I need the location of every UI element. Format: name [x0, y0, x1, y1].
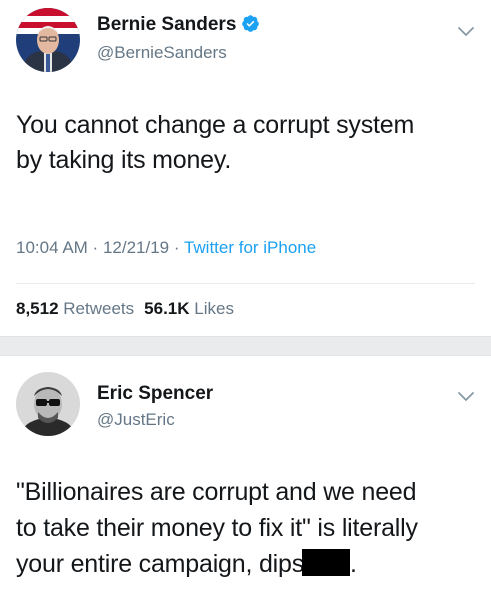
author-name[interactable]: Eric Spencer — [97, 383, 213, 405]
tweet-meta: 10:04 AM · 12/21/19 · Twitter for iPhone — [16, 238, 317, 257]
author-handle[interactable]: @BernieSanders — [97, 43, 227, 63]
tweet-date[interactable]: 12/21/19 — [103, 238, 169, 257]
likes-stat[interactable]: 56.1K Likes — [144, 299, 234, 318]
avatar[interactable] — [16, 8, 80, 72]
chevron-down-icon[interactable] — [457, 26, 475, 38]
verified-badge-icon — [242, 15, 260, 32]
tweet-time[interactable]: 10:04 AM — [16, 238, 88, 257]
tweet-separator — [0, 336, 491, 356]
redaction-box — [302, 549, 351, 576]
tweet-bernie: Bernie Sanders @BernieSanders You cannot… — [0, 0, 491, 336]
divider — [16, 283, 475, 284]
author-name[interactable]: Bernie Sanders — [97, 14, 260, 36]
chevron-down-icon[interactable] — [457, 391, 475, 403]
screenshot: Bernie Sanders @BernieSanders You cannot… — [0, 0, 491, 600]
retweets-stat[interactable]: 8,512 Retweets — [16, 299, 134, 318]
author-handle[interactable]: @JustEric — [97, 410, 175, 430]
tweet-text: You cannot change a corrupt system by ta… — [16, 111, 415, 174]
tweet-text: "Billionaires are corrupt and we need to… — [16, 478, 418, 578]
avatar[interactable] — [16, 372, 80, 436]
tweet-source-link[interactable]: Twitter for iPhone — [184, 238, 316, 257]
tweet-stats: 8,512 Retweets 56.1K Likes — [16, 299, 234, 319]
